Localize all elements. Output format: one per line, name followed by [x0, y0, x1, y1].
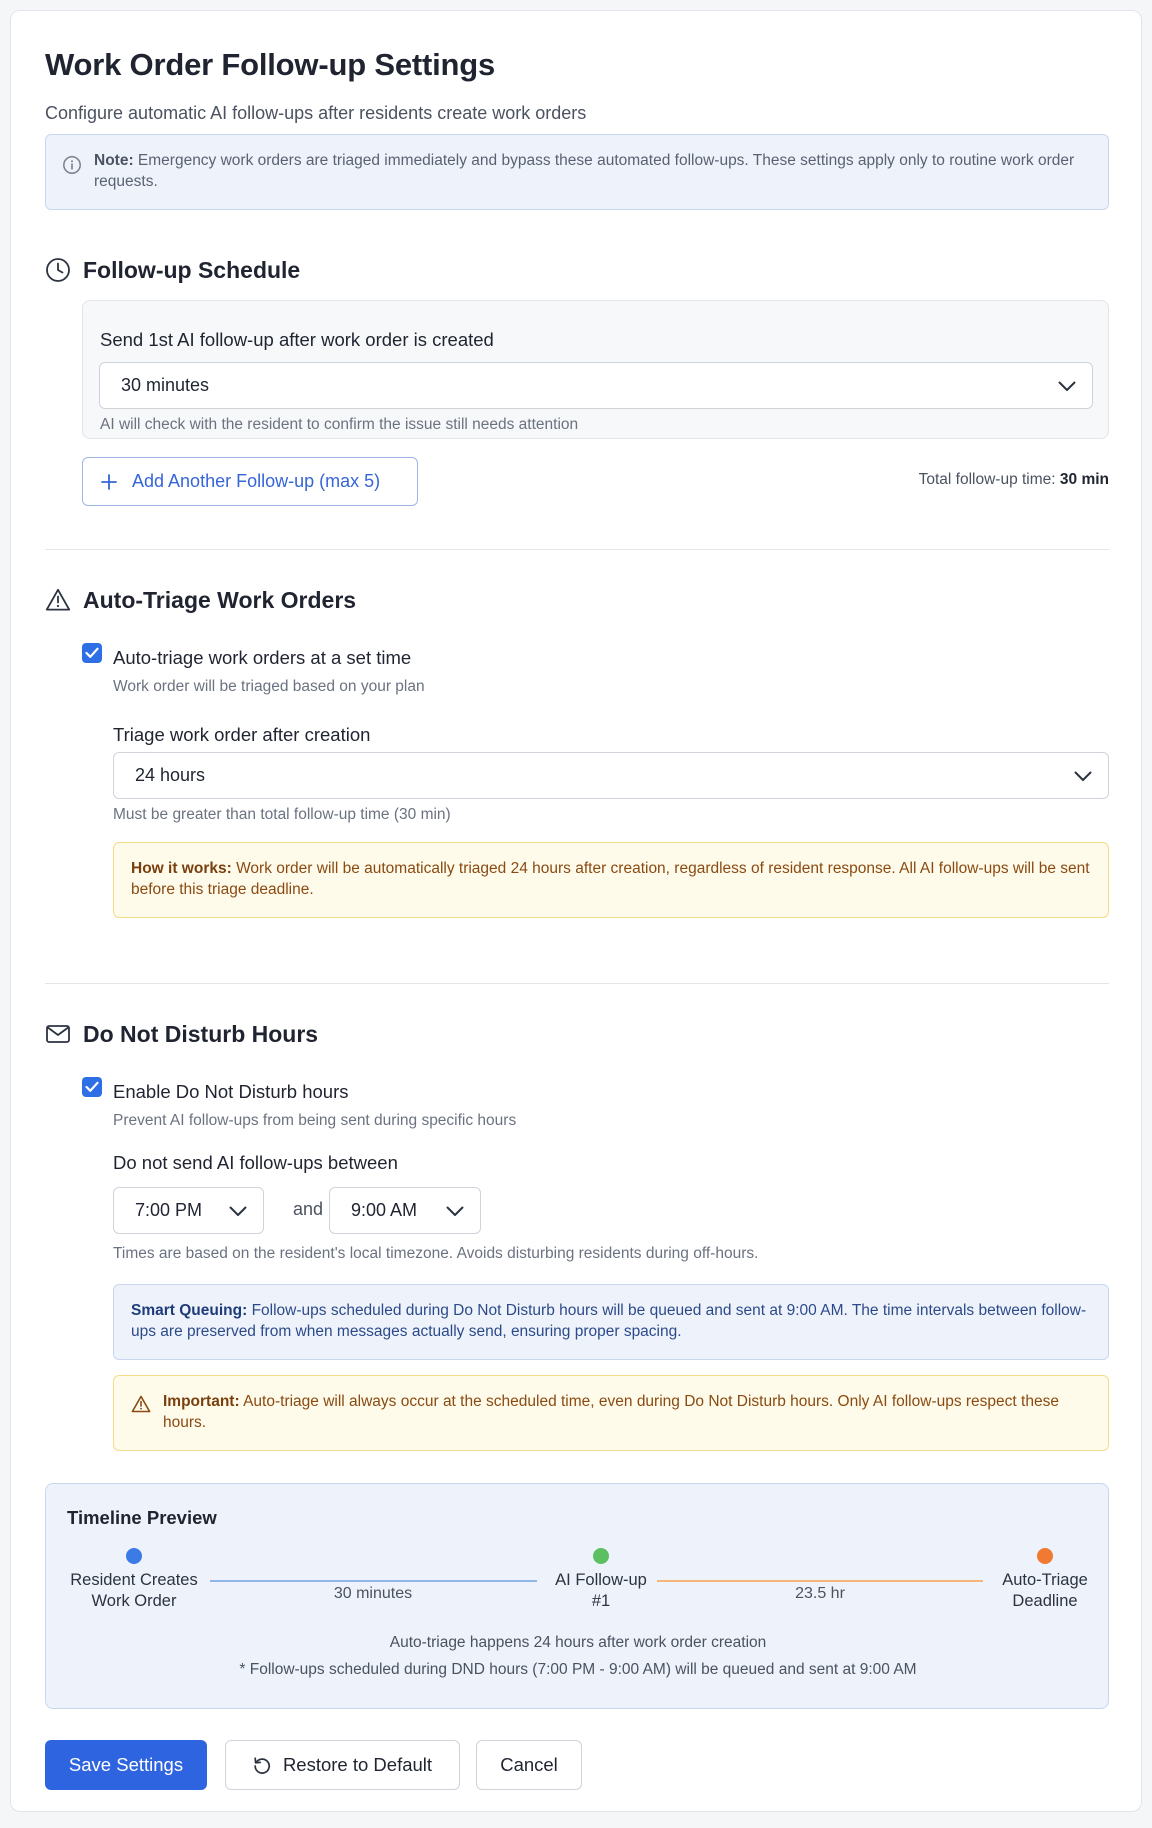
timeline-dot-created: [126, 1548, 142, 1564]
total-follow-up-time: Total follow-up time: 30 min: [919, 471, 1109, 489]
timeline-dot-followup: [593, 1548, 609, 1564]
timeline-node-followup: AI Follow-up #1: [521, 1570, 681, 1612]
chevron-down-icon: [1058, 381, 1076, 391]
total-value: 30 min: [1059, 471, 1109, 488]
timeline-title: Timeline Preview: [67, 1507, 217, 1528]
mail-icon: [46, 1025, 70, 1043]
plus-icon: [101, 474, 117, 490]
note-bold: Note:: [94, 152, 134, 169]
smart-queuing-box: Smart Queuing: Follow-ups scheduled duri…: [113, 1284, 1109, 1360]
dnd-start-select[interactable]: 7:00 PM: [113, 1187, 264, 1234]
timeline-dot-deadline: [1037, 1548, 1053, 1564]
dnd-range-hint: Times are based on the resident's local …: [113, 1245, 759, 1262]
important-box: Important: Auto-triage will always occur…: [113, 1375, 1109, 1451]
dnd-hint: Prevent AI follow-ups from being sent du…: [113, 1112, 517, 1129]
dnd-checkbox-label[interactable]: Enable Do Not Disturb hours: [113, 1081, 348, 1103]
page-subtitle: Configure automatic AI follow-ups after …: [45, 103, 587, 123]
follow-up-1-hint: AI will check with the resident to confi…: [100, 416, 579, 433]
how-it-works-box: How it works: Work order will be automat…: [113, 842, 1109, 918]
timeline-node-created-line1: Resident Creates: [70, 1571, 198, 1589]
chevron-down-icon: [1074, 771, 1092, 781]
section-title-schedule: Follow-up Schedule: [83, 257, 301, 283]
warning-triangle-icon: [45, 588, 71, 611]
emergency-note: Note: Emergency work orders are triaged …: [45, 134, 1109, 210]
timeline-footer-2: * Follow-ups scheduled during DND hours …: [239, 1661, 917, 1678]
follow-up-1-select[interactable]: 30 minutes: [99, 362, 1093, 409]
note-text: Note: Emergency work orders are triaged …: [94, 150, 1094, 192]
timeline-node-deadline: Auto-Triage Deadline: [965, 1570, 1125, 1612]
auto-triage-checkbox[interactable]: [82, 643, 102, 663]
timeline-node-created: Resident Creates Work Order: [54, 1570, 214, 1612]
info-icon: [63, 156, 81, 174]
dnd-start-value: 7:00 PM: [135, 1200, 203, 1220]
total-label: Total follow-up time:: [918, 471, 1060, 488]
triage-after-select[interactable]: 24 hours: [113, 752, 1109, 799]
timeline-segment-2-label: 23.5 hr: [795, 1585, 845, 1602]
timeline-segment-2: [657, 1580, 983, 1582]
how-it-works-body: Work order will be automatically triaged…: [131, 860, 1090, 898]
restore-default-label: Restore to Default: [282, 1754, 433, 1775]
timeline-node-deadline-line1: Auto-Triage: [1002, 1571, 1088, 1589]
timeline-footer-1: Auto-triage happens 24 hours after work …: [389, 1634, 767, 1651]
important-text: Important: Auto-triage will always occur…: [163, 1391, 1093, 1433]
note-body: Emergency work orders are triaged immedi…: [94, 152, 1075, 190]
smart-queuing-bold: Smart Queuing:: [131, 1302, 248, 1319]
chevron-down-icon: [229, 1206, 247, 1216]
save-settings-button[interactable]: Save Settings: [45, 1740, 207, 1790]
timeline-node-followup-line2: #1: [591, 1592, 611, 1610]
checkmark-icon: [85, 647, 99, 658]
how-it-works-text: How it works: Work order will be automat…: [131, 858, 1096, 900]
section-title-dnd: Do Not Disturb Hours: [83, 1021, 319, 1047]
follow-up-1-label: Send 1st AI follow-up after work order i…: [100, 329, 494, 350]
follow-up-1-value: 30 minutes: [121, 375, 210, 395]
triage-after-hint: Must be greater than total follow-up tim…: [113, 806, 451, 823]
auto-triage-hint: Work order will be triaged based on your…: [113, 678, 425, 695]
triage-after-label: Triage work order after creation: [113, 724, 371, 745]
smart-queuing-body: Follow-ups scheduled during Do Not Distu…: [131, 1302, 1087, 1340]
timeline-preview: Timeline Preview Resident Creates Work O…: [45, 1483, 1109, 1709]
dnd-checkbox[interactable]: [82, 1077, 102, 1097]
and-text: and: [293, 1199, 324, 1219]
restore-icon: [254, 1757, 270, 1774]
timeline-segment-1: [210, 1580, 537, 1582]
cancel-button[interactable]: Cancel: [476, 1740, 582, 1790]
restore-default-button[interactable]: Restore to Default: [225, 1740, 460, 1790]
how-it-works-bold: How it works:: [131, 860, 232, 877]
dnd-range-label: Do not send AI follow-ups between: [113, 1152, 398, 1173]
clock-icon: [46, 258, 70, 282]
warning-triangle-icon: [131, 1395, 151, 1413]
important-bold: Important:: [163, 1393, 240, 1410]
timeline-segment-1-label: 30 minutes: [333, 1585, 413, 1602]
smart-queuing-text: Smart Queuing: Follow-ups scheduled duri…: [131, 1300, 1096, 1342]
important-body: Auto-triage will always occur at the sch…: [163, 1393, 1059, 1431]
add-follow-up-button[interactable]: Add Another Follow-up (max 5): [82, 457, 418, 506]
timeline-node-deadline-line2: Deadline: [1012, 1592, 1078, 1610]
page-title: Work Order Follow-up Settings: [45, 47, 496, 82]
follow-up-1-box: Send 1st AI follow-up after work order i…: [82, 300, 1109, 439]
dnd-end-select[interactable]: 9:00 AM: [329, 1187, 481, 1234]
triage-after-value: 24 hours: [135, 765, 206, 785]
chevron-down-icon: [446, 1206, 464, 1216]
section-divider: [45, 549, 1109, 550]
section-title-triage: Auto-Triage Work Orders: [83, 587, 357, 613]
timeline-node-created-line2: Work Order: [91, 1592, 177, 1610]
section-divider: [45, 983, 1109, 984]
dnd-end-value: 9:00 AM: [351, 1200, 418, 1220]
add-follow-up-label: Add Another Follow-up (max 5): [132, 471, 381, 491]
auto-triage-checkbox-label[interactable]: Auto-triage work orders at a set time: [113, 647, 411, 669]
settings-card: Work Order Follow-up Settings Configure …: [10, 10, 1142, 1812]
checkmark-icon: [85, 1081, 99, 1092]
